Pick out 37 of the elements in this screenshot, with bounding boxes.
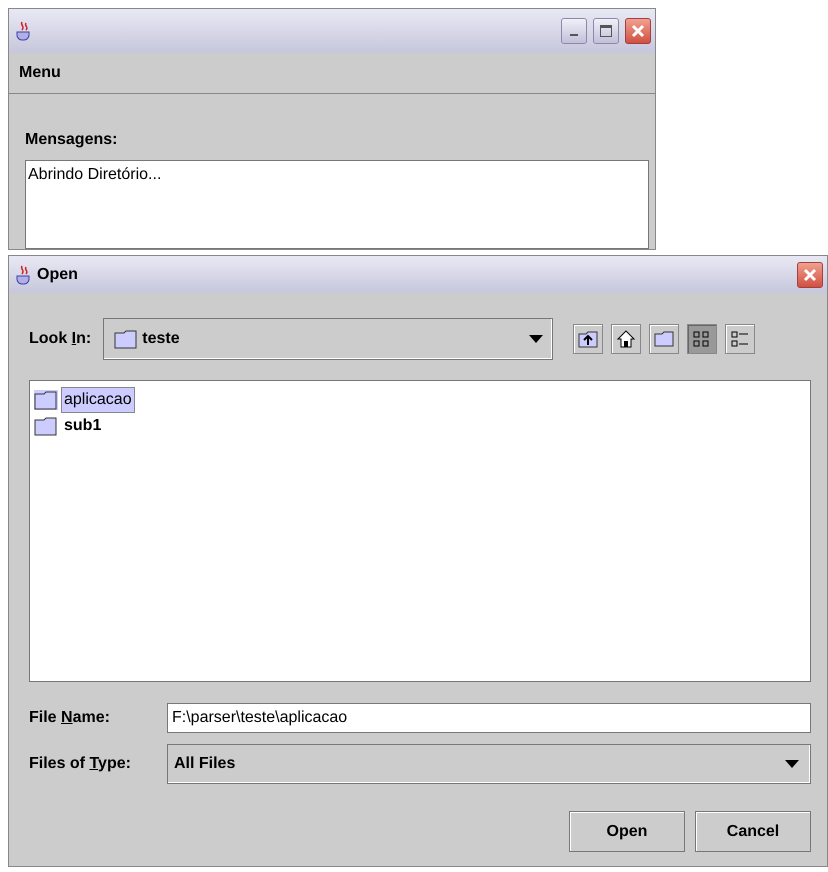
menu-item[interactable]: Menu [19,61,61,85]
folder-item[interactable]: sub1 [61,413,104,439]
file-list[interactable]: aplicacao sub1 [29,380,811,682]
up-arrow-folder-icon [578,330,598,348]
maximize-icon [599,24,613,38]
home-button[interactable] [611,324,642,354]
file-type-dropdown[interactable]: All Files [167,744,811,784]
folder-icon [114,329,138,349]
list-icon [730,329,750,349]
up-folder-button[interactable] [573,324,604,354]
dialog-title: Open [37,264,78,284]
folder-item[interactable]: aplicacao [61,387,135,413]
close-icon [803,268,817,282]
messages-area[interactable]: Abrindo Diretório... [25,160,649,249]
dialog-button[interactable]: Cancel [695,811,811,852]
close-button[interactable] [797,262,823,288]
folder-icon [654,331,674,347]
look-in-label: Look In: [29,329,92,349]
file-name-label: File Name: [29,708,111,728]
file-type-label: Files of Type: [29,754,132,774]
list-view-button[interactable] [687,324,718,354]
close-icon [631,24,645,38]
dialog-button[interactable]: Open [569,811,685,852]
folder-icon [34,416,58,436]
file-name-field[interactable]: F:\parser\teste\aplicacao [167,703,811,733]
folder-icon [34,390,58,410]
new-folder-button[interactable] [649,324,680,354]
caret-icon [528,334,544,344]
minimize-icon [570,34,578,36]
caret-icon [784,759,800,769]
messages-label: Mensagens: [25,130,118,150]
minimize-button[interactable] [561,18,587,44]
maximize-button[interactable] [593,18,619,44]
details-view-button[interactable] [725,324,756,354]
look-in-dropdown[interactable]: teste [103,318,554,360]
home-icon [616,329,636,349]
close-button[interactable] [625,18,651,44]
